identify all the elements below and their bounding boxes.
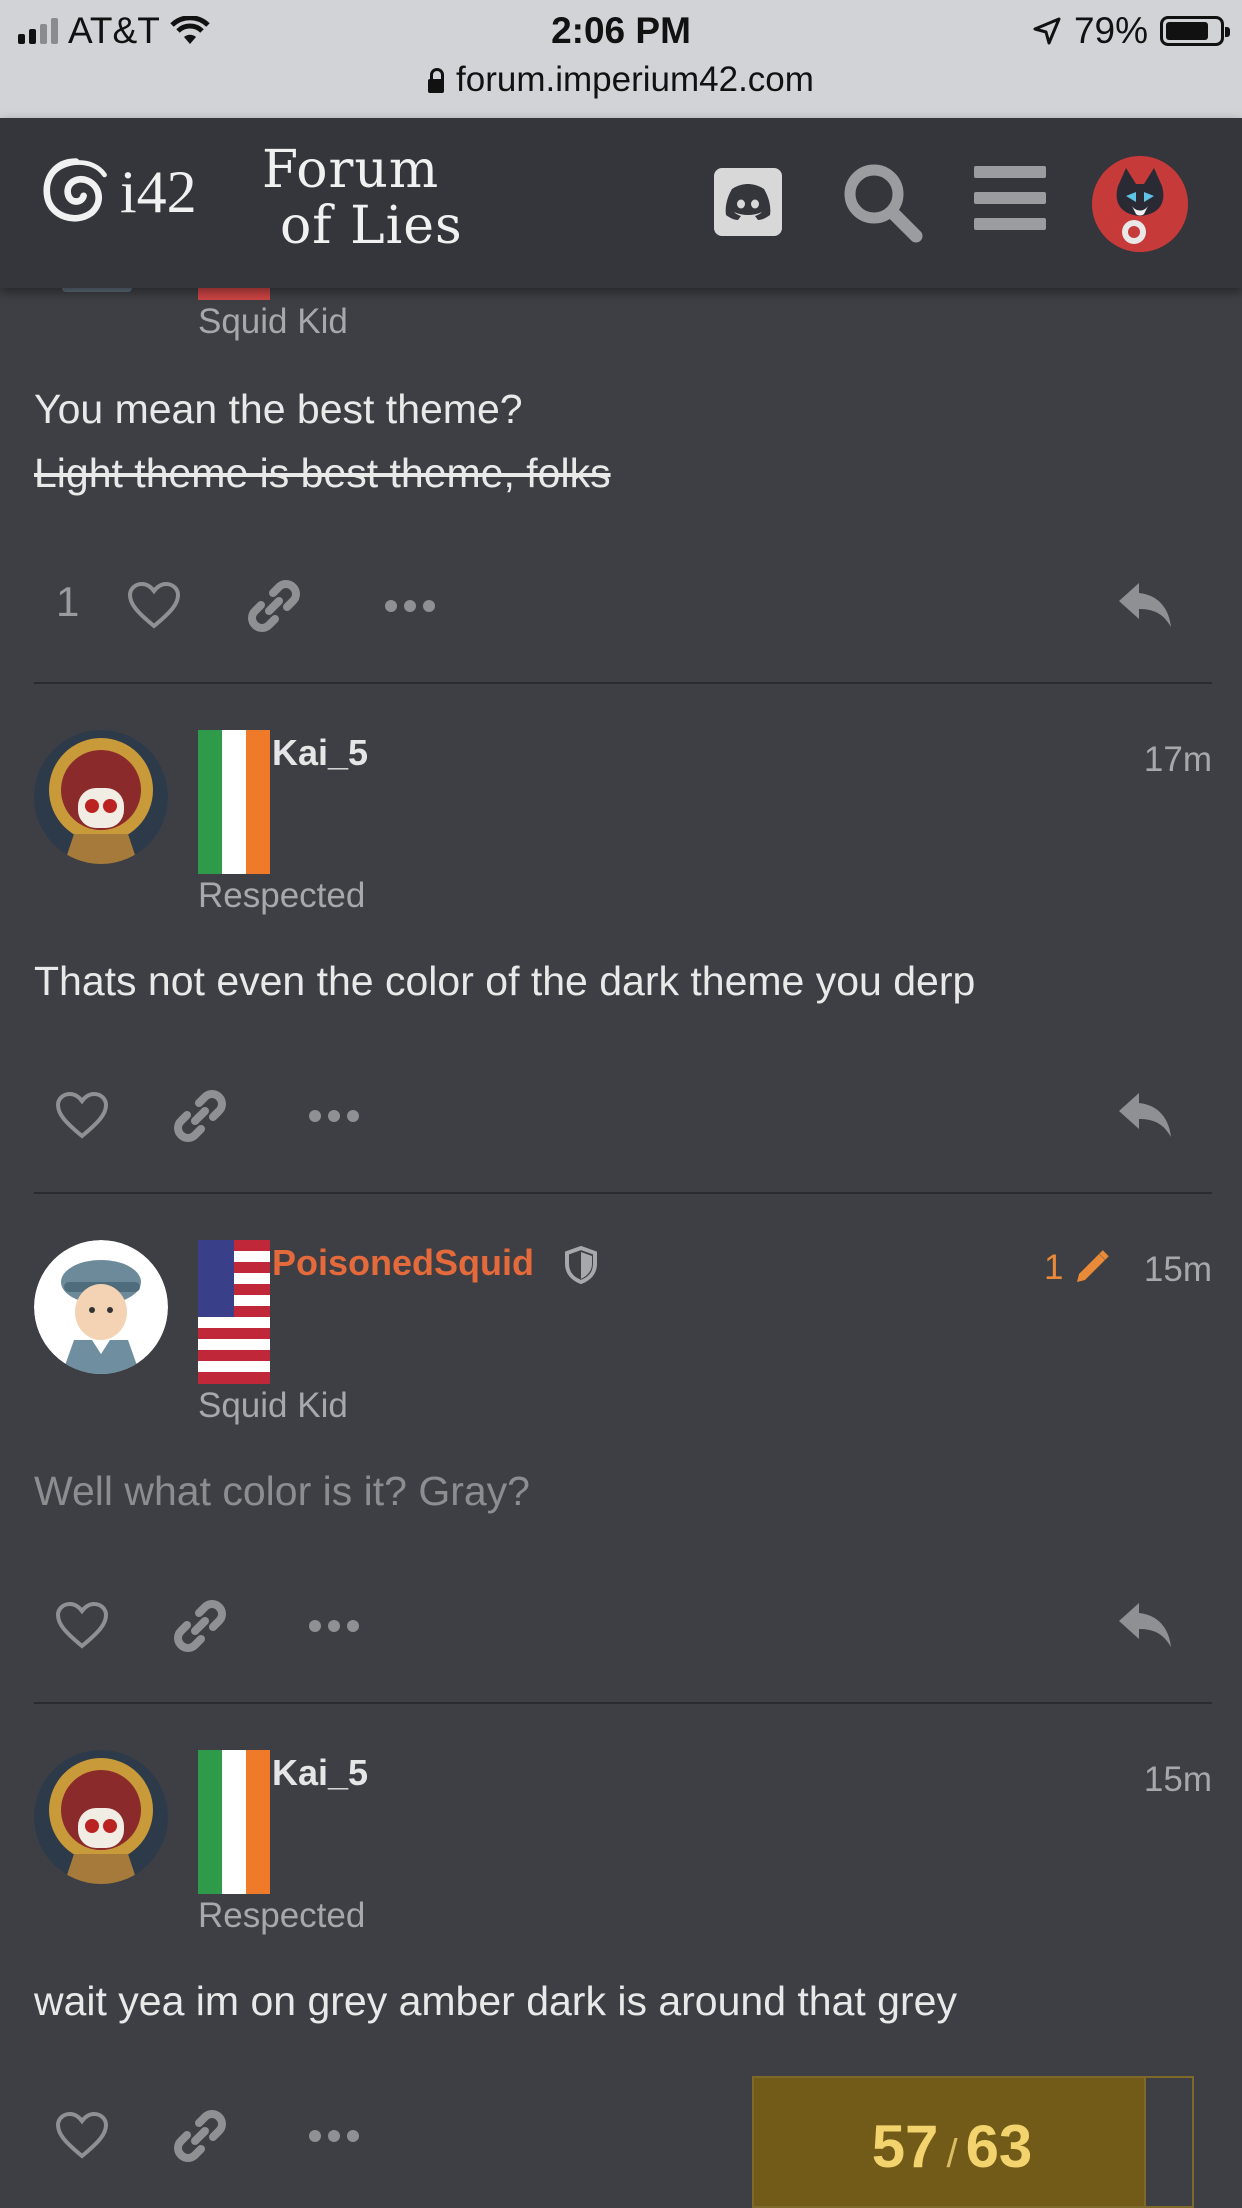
- logo-line-2: of Lies: [280, 196, 463, 256]
- heart-icon[interactable]: [50, 1084, 114, 1148]
- flag-partial: [198, 288, 270, 300]
- discord-icon[interactable]: [714, 168, 782, 236]
- ireland-flag-icon: [198, 1750, 270, 1894]
- post-divider: [34, 1192, 1212, 1194]
- location-arrow-icon: [1033, 17, 1061, 45]
- post-actions: [0, 1076, 1242, 1156]
- user-title: Respected: [198, 876, 366, 915]
- status-bar: AT&T 2:06 PM 79% forum.imperium42.com: [0, 0, 1242, 118]
- avatar[interactable]: [34, 1750, 168, 1884]
- ireland-flag-icon: [198, 730, 270, 874]
- link-icon[interactable]: [168, 2104, 232, 2168]
- status-right: 79%: [1032, 10, 1230, 52]
- forum-of-lies-logo[interactable]: Forum of Lies: [262, 142, 463, 254]
- progress-separator: /: [946, 2132, 958, 2176]
- more-options-icon[interactable]: [378, 574, 442, 638]
- post-divider: [34, 1702, 1212, 1704]
- url-text: forum.imperium42.com: [456, 60, 814, 99]
- user-avatar[interactable]: [1092, 156, 1188, 252]
- username[interactable]: Kai_5: [272, 732, 368, 774]
- reply-icon[interactable]: [1114, 1084, 1178, 1148]
- heart-icon[interactable]: [50, 2104, 114, 2168]
- link-icon[interactable]: [168, 1084, 232, 1148]
- logo-line-1: Forum: [262, 140, 440, 200]
- avatar-partial: [62, 288, 132, 292]
- post-body: Well what color is it? Gray?: [34, 1468, 530, 1514]
- pencil-icon: [1077, 1250, 1110, 1282]
- topic-progress-widget[interactable]: 57/63: [752, 2076, 1194, 2208]
- link-icon[interactable]: [242, 574, 306, 638]
- post-divider: [34, 682, 1212, 684]
- post-body-strikethrough: Light theme is best theme, folks: [34, 450, 611, 496]
- reply-icon[interactable]: [1114, 1594, 1178, 1658]
- post-body: Thats not even the color of the dark the…: [34, 958, 976, 1004]
- user-title: Respected: [198, 1896, 366, 1935]
- post-body: wait yea im on grey amber dark is around…: [34, 1978, 957, 2024]
- swirl-logo-icon: [43, 158, 107, 222]
- progress-expand-handle[interactable]: [1144, 2078, 1192, 2206]
- post-time[interactable]: 17m: [1144, 740, 1212, 780]
- avatar[interactable]: [34, 730, 168, 864]
- moderator-shield-icon: [565, 1246, 597, 1284]
- battery-icon: [1160, 16, 1230, 46]
- post-time[interactable]: 15m: [1144, 1760, 1212, 1800]
- battery-percent: 79%: [1073, 10, 1148, 51]
- link-icon[interactable]: [168, 1594, 232, 1658]
- forum-header: i42 Forum of Lies: [0, 118, 1242, 288]
- more-options-icon[interactable]: [302, 2104, 366, 2168]
- i42-logo[interactable]: i42: [38, 154, 197, 230]
- i42-logo-text: i42: [120, 158, 197, 225]
- edit-count: 1: [1044, 1248, 1064, 1287]
- post-actions: 1: [0, 566, 1242, 646]
- post-actions: [0, 1586, 1242, 1666]
- more-options-icon[interactable]: [302, 1594, 366, 1658]
- lock-icon: [428, 68, 445, 93]
- reply-icon[interactable]: [1114, 574, 1178, 638]
- post-position: 57/63: [754, 2112, 1150, 2181]
- heart-icon[interactable]: [122, 574, 186, 638]
- search-icon[interactable]: [840, 160, 924, 244]
- total-post-count: 63: [965, 2113, 1033, 2180]
- heart-icon[interactable]: [50, 1594, 114, 1658]
- post-time[interactable]: 15m: [1144, 1250, 1212, 1290]
- username[interactable]: PoisonedSquid: [272, 1242, 534, 1284]
- edit-history[interactable]: 1: [1044, 1248, 1111, 1288]
- usa-flag-icon: [198, 1240, 270, 1384]
- hamburger-menu-icon[interactable]: [974, 166, 1046, 238]
- user-title: Squid Kid: [198, 1386, 348, 1425]
- current-post-number: 57: [871, 2113, 939, 2180]
- user-title: Squid Kid: [198, 302, 348, 341]
- post-body: You mean the best theme?: [34, 386, 523, 432]
- like-count[interactable]: 1: [56, 578, 79, 626]
- username[interactable]: Kai_5: [272, 1752, 368, 1794]
- address-bar[interactable]: forum.imperium42.com: [0, 60, 1242, 100]
- avatar[interactable]: [34, 1240, 168, 1374]
- more-options-icon[interactable]: [302, 1084, 366, 1148]
